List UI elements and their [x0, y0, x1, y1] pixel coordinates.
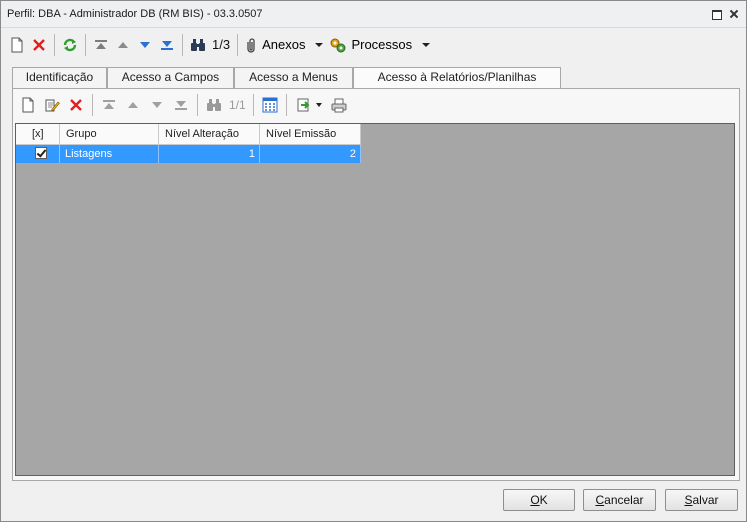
- toolbar-separator: [285, 94, 287, 116]
- cell-nivel-alteracao: 1: [159, 145, 260, 163]
- processos-label: Processos: [351, 37, 413, 52]
- title-bar: Perfil: DBA - Administrador DB (RM BIS) …: [1, 1, 746, 28]
- toolbar-separator: [197, 94, 198, 116]
- anexos-label: Anexos: [262, 37, 306, 52]
- last-record-icon[interactable]: [156, 34, 178, 56]
- previous-record-icon[interactable]: [112, 34, 134, 56]
- column-header-nivel-alteracao[interactable]: Nível Alteração: [159, 124, 260, 145]
- row-checkbox-cell[interactable]: [16, 145, 60, 163]
- tab-acesso-campos[interactable]: Acesso a Campos: [107, 67, 234, 89]
- tab-panel: 1/1 [x] Grupo Nível Alteração Nível Emis…: [12, 88, 740, 481]
- column-header-grupo[interactable]: Grupo: [60, 124, 159, 145]
- column-header-nivel-emissao[interactable]: Nível Emissão: [260, 124, 361, 145]
- table-row[interactable]: Listagens 1 2: [16, 145, 361, 163]
- tab-acesso-menus[interactable]: Acesso a Menus: [234, 67, 353, 89]
- chevron-down-icon: [422, 42, 431, 47]
- first-record-icon[interactable]: [97, 94, 121, 116]
- paperclip-icon: [244, 37, 258, 53]
- cancel-label-rest: ancelar: [604, 493, 644, 507]
- tab-identificacao[interactable]: Identificação: [12, 67, 107, 89]
- edit-icon[interactable]: [40, 94, 64, 116]
- save-label-rest: alvar: [692, 493, 719, 507]
- row-checkbox[interactable]: [35, 147, 47, 159]
- new-document-icon[interactable]: [6, 34, 28, 56]
- grid-view-icon[interactable]: [258, 94, 282, 116]
- data-grid: [x] Grupo Nível Alteração Nível Emissão …: [15, 123, 735, 476]
- first-record-icon[interactable]: [90, 34, 112, 56]
- toolbar-separator: [54, 33, 55, 56]
- close-icon[interactable]: [727, 7, 741, 21]
- toolbar-separator: [252, 94, 254, 116]
- export-icon: [297, 98, 310, 112]
- toolbar-separator: [237, 33, 239, 56]
- chevron-down-icon: [315, 42, 324, 47]
- restore-icon[interactable]: [710, 7, 724, 21]
- ok-label-rest: K: [539, 493, 548, 507]
- ok-mnemonic: O: [530, 493, 540, 507]
- save-button[interactable]: Salvar: [665, 489, 738, 511]
- grid-header: [x] Grupo Nível Alteração Nível Emissão: [16, 124, 361, 145]
- window-title: Perfil: DBA - Administrador DB (RM BIS) …: [7, 8, 263, 20]
- grid-toolbar: 1/1: [16, 93, 351, 117]
- next-record-icon[interactable]: [145, 94, 169, 116]
- export-menu-button[interactable]: [291, 94, 327, 116]
- delete-icon[interactable]: [28, 34, 50, 56]
- grid-record-counter: 1/1: [229, 98, 246, 112]
- tab-acesso-relatorios[interactable]: Acesso à Relatórios/Planilhas: [353, 67, 561, 90]
- binoculars-icon[interactable]: [202, 94, 226, 116]
- print-icon[interactable]: [327, 94, 351, 116]
- processos-menu-button[interactable]: Processos: [327, 34, 434, 56]
- toolbar-separator: [85, 33, 86, 56]
- previous-record-icon[interactable]: [121, 94, 145, 116]
- chevron-down-icon: [315, 103, 322, 107]
- dialog-window: Perfil: DBA - Administrador DB (RM BIS) …: [0, 0, 747, 522]
- record-counter: 1/3: [212, 37, 231, 52]
- column-header-check[interactable]: [x]: [16, 124, 60, 145]
- gears-icon: [329, 37, 347, 53]
- anexos-menu-button[interactable]: Anexos: [242, 34, 327, 56]
- ok-button[interactable]: OK: [503, 489, 575, 511]
- new-document-icon[interactable]: [16, 94, 40, 116]
- last-record-icon[interactable]: [169, 94, 193, 116]
- binoculars-icon[interactable]: [187, 34, 209, 56]
- toolbar-separator: [92, 94, 93, 116]
- cell-nivel-emissao: 2: [260, 145, 361, 163]
- delete-icon[interactable]: [64, 94, 88, 116]
- toolbar-separator: [182, 33, 183, 56]
- refresh-icon[interactable]: [59, 34, 81, 56]
- next-record-icon[interactable]: [134, 34, 156, 56]
- save-mnemonic: S: [684, 493, 693, 507]
- cell-grupo: Listagens: [60, 145, 159, 163]
- main-toolbar: 1/3 Anexos Processos: [2, 29, 745, 60]
- cancel-mnemonic: C: [595, 493, 605, 507]
- cancel-button[interactable]: Cancelar: [583, 489, 656, 511]
